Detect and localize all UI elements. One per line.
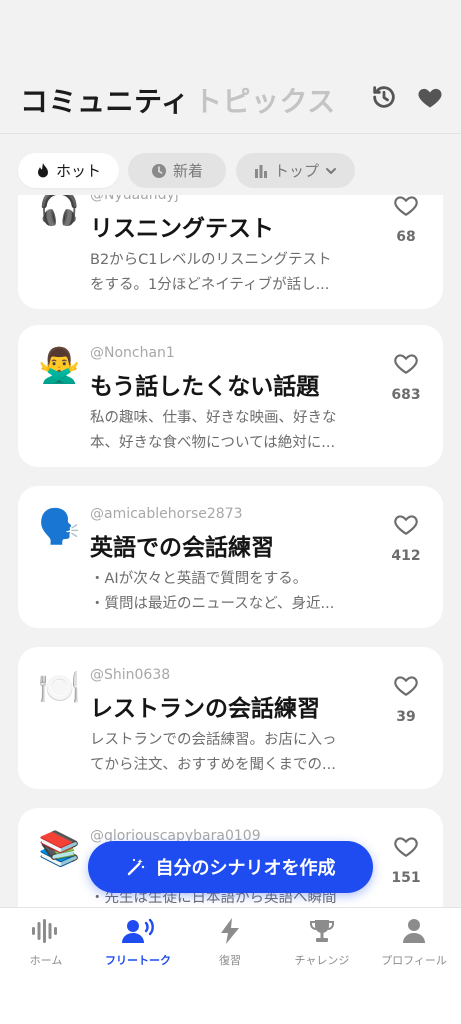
desc-line: ・質問は最近のニュースなど、身近...: [90, 596, 335, 612]
like-count: 39: [396, 709, 416, 725]
like-button[interactable]: 412: [389, 512, 423, 564]
heart-outline-icon: [394, 354, 418, 375]
person-gesturing-no-icon: 🙅‍♂️: [38, 346, 81, 386]
nav-challenge[interactable]: チャレンジ: [276, 918, 368, 968]
filter-bar: ホット 新着 トップ: [0, 150, 461, 192]
history-icon[interactable]: [369, 82, 399, 112]
post-title: リスニングテスト: [90, 216, 274, 242]
nav-free-talk[interactable]: フリートーク: [92, 918, 184, 968]
fork-knife-plate-icon: 🍽️: [38, 668, 81, 708]
post-card[interactable]: 🗣️ @amicablehorse2873 英語での会話練習 ・AIが次々と英語…: [18, 486, 443, 628]
flame-icon: [37, 162, 48, 177]
desc-line: をする。1分ほどネイティブが話し...: [90, 277, 330, 293]
person-icon: [403, 919, 425, 943]
nav-home[interactable]: ホーム: [0, 918, 92, 968]
heart-outline-icon: [394, 676, 418, 697]
create-scenario-button[interactable]: 自分のシナリオを作成: [88, 841, 373, 893]
like-button[interactable]: 68: [389, 195, 423, 245]
nav-profile-label: プロフィール: [381, 954, 447, 967]
books-icon: 📚: [38, 829, 81, 869]
desc-line: ・AIが次々と英語で質問をする。: [90, 571, 308, 587]
like-button[interactable]: 39: [389, 673, 423, 725]
tab-topics[interactable]: トピックス: [194, 80, 336, 120]
like-button[interactable]: 151: [389, 834, 423, 886]
filter-top[interactable]: トップ: [236, 153, 355, 188]
post-description: ・AIが次々と英語で質問をする。 ・質問は最近のニュースなど、身近...: [90, 567, 376, 617]
post-title: もう話したくない話題: [90, 374, 320, 400]
chevron-down-icon: [326, 167, 336, 174]
heart-outline-icon: [394, 196, 418, 217]
desc-line: てから注文、おすすめを聞くまでの...: [90, 757, 336, 773]
like-count: 683: [391, 387, 421, 403]
desc-line: 本、好きな食べ物については絶対に...: [90, 435, 336, 451]
filter-top-label: トップ: [273, 162, 319, 180]
heart-icon[interactable]: [415, 82, 445, 112]
filter-new[interactable]: 新着: [128, 153, 226, 188]
like-count: 68: [396, 229, 416, 245]
tab-community[interactable]: コミュニティ: [20, 80, 189, 120]
post-author: @Shin0638: [90, 667, 171, 683]
speaking-head-icon: 🗣️: [38, 507, 81, 547]
waveform-icon: [32, 919, 57, 943]
bottom-navigation: ホーム フリートーク 復習 チャレンジ プロフィール: [0, 907, 461, 1024]
like-button[interactable]: 683: [389, 351, 423, 403]
trophy-icon: [310, 920, 334, 942]
post-author: @Nonchan1: [90, 345, 175, 361]
post-author: @Nyuaandyj: [90, 195, 179, 203]
post-description: レストランでの会話練習。お店に入っ てから注文、おすすめを聞くまでの...: [90, 728, 376, 778]
desc-line: レストランでの会話練習。お店に入っ: [90, 732, 337, 748]
post-description: B2からC1レベルのリスニングテスト をする。1分ほどネイティブが話し...: [90, 248, 376, 298]
like-count: 412: [391, 548, 421, 564]
headphones-icon: 🎧: [38, 195, 81, 228]
clock-icon: [151, 163, 166, 178]
desc-line: 私の趣味、仕事、好きな映画、好きな: [90, 410, 337, 426]
top-header: コミュニティ トピックス: [0, 0, 461, 134]
create-scenario-label: 自分のシナリオを作成: [155, 858, 336, 879]
filter-hot-label: ホット: [55, 162, 101, 180]
nav-home-label: ホーム: [29, 954, 63, 967]
speaking-person-icon: [122, 918, 154, 943]
nav-review-label: 復習: [219, 954, 241, 967]
post-author: @amicablehorse2873: [90, 506, 243, 522]
post-description: 私の趣味、仕事、好きな映画、好きな 本、好きな食べ物については絶対に...: [90, 406, 376, 456]
post-feed[interactable]: 🎧 @Nyuaandyj リスニングテスト B2からC1レベルのリスニングテスト…: [0, 195, 461, 907]
post-title: 英語での会話練習: [90, 535, 274, 561]
like-count: 151: [391, 870, 421, 886]
lightning-icon: [221, 918, 239, 944]
post-title: レストランの会話練習: [90, 696, 320, 722]
post-card[interactable]: 🍽️ @Shin0638 レストランの会話練習 レストランでの会話練習。お店に入…: [18, 647, 443, 789]
magic-wand-icon: [127, 858, 144, 876]
desc-line: B2からC1レベルのリスニングテスト: [90, 252, 332, 268]
bar-chart-icon: [254, 164, 267, 178]
post-card[interactable]: 🙅‍♂️ @Nonchan1 もう話したくない話題 私の趣味、仕事、好きな映画、…: [18, 325, 443, 467]
filter-hot[interactable]: ホット: [18, 153, 119, 188]
post-card[interactable]: 🎧 @Nyuaandyj リスニングテスト B2からC1レベルのリスニングテスト…: [18, 195, 443, 309]
nav-free-talk-label: フリートーク: [105, 954, 171, 967]
nav-profile[interactable]: プロフィール: [368, 918, 460, 968]
filter-new-label: 新着: [172, 162, 203, 180]
nav-challenge-label: チャレンジ: [294, 954, 350, 967]
heart-outline-icon: [394, 515, 418, 536]
nav-review[interactable]: 復習: [184, 918, 276, 968]
heart-outline-icon: [394, 837, 418, 858]
